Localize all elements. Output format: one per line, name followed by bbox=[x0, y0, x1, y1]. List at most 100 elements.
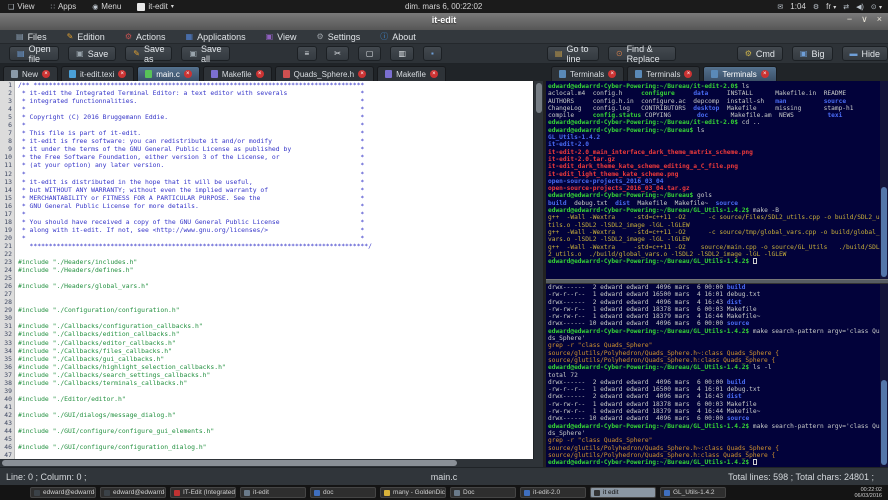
network-icon[interactable]: ⇄ bbox=[843, 3, 849, 11]
terminal-line: tils.o -lSDL2 -lSDL2_image -lGL -lGLEW bbox=[548, 221, 690, 229]
line-number: 5 bbox=[0, 113, 15, 122]
edition-menu-icon: ✎ bbox=[66, 32, 74, 41]
terminal-line: grep -r "class Quads_Sphere" bbox=[548, 437, 653, 445]
code-line: 5 * Copyright (C) 2016 Bruggemann Eddie.… bbox=[0, 113, 543, 122]
taskbar-item-it-edit-2.0[interactable]: it-edit-2.0 bbox=[520, 487, 586, 498]
window-title-bar[interactable]: it-edit − ∨ × bbox=[0, 13, 888, 30]
power-menu[interactable]: ⊙ ▾ bbox=[871, 2, 882, 11]
editor-vertical-scrollbar[interactable] bbox=[533, 81, 543, 459]
code-line: 31 #include "./Callbacks/configuration_ca… bbox=[0, 322, 543, 331]
applications-menu-icon: ▦ bbox=[185, 32, 194, 41]
menu-settings[interactable]: ⚙ Settings bbox=[307, 30, 371, 43]
editor-tab-new[interactable]: New × bbox=[3, 66, 59, 81]
terminal-icon bbox=[711, 70, 719, 78]
code-line: 23 #include "./Headers/includes.h" bbox=[0, 258, 543, 267]
volume-icon[interactable]: ◀) bbox=[856, 3, 864, 11]
topbar-menu-button[interactable]: ◉ Menu bbox=[84, 0, 129, 13]
code-line: 34 #include "./Callbacks/files_callbacks.… bbox=[0, 346, 543, 355]
taskbar-item-doc[interactable]: Doc bbox=[450, 487, 516, 498]
terminal-tab-terminals[interactable]: Terminals × bbox=[551, 66, 625, 81]
terminal-line: drwx------ 10 edward edward 4096 mars 6 … bbox=[548, 320, 750, 328]
topbar-active-app-button[interactable]: it-edit ▾ bbox=[129, 0, 182, 13]
topbar-view-button[interactable]: ❑ View bbox=[0, 0, 42, 13]
save-as-button[interactable]: ✎ Save as bbox=[125, 44, 173, 64]
close-button[interactable]: × bbox=[877, 14, 882, 25]
actions-menu-icon: ⚙ bbox=[124, 32, 132, 41]
menu-edition[interactable]: ✎ Edition bbox=[57, 30, 115, 43]
editor-tab-makefile[interactable]: Makefile × bbox=[202, 66, 272, 81]
menu-label: View bbox=[277, 31, 297, 42]
menu-applications[interactable]: ▦ Applications bbox=[176, 30, 256, 43]
tab-close-icon[interactable]: × bbox=[429, 70, 438, 78]
terminal-pane-top[interactable]: edward@edwarrd-Cyber-Powering:~/Bureau/i… bbox=[546, 81, 888, 279]
code-line: 14 * but WITHOUT ANY WARRANTY; without e… bbox=[0, 185, 543, 194]
code-line: 45 bbox=[0, 435, 543, 444]
terminal-line: vars.o -lSDL2 -lSDL2_image -lGL -lGLEW bbox=[548, 236, 690, 244]
open-file-button[interactable]: ▤ Open file bbox=[9, 44, 60, 64]
editor-tab-it-edit.texi[interactable]: it-edit.texi × bbox=[61, 66, 135, 81]
indent-button[interactable]: ≡ bbox=[296, 46, 318, 61]
menu-files[interactable]: ▤ Files bbox=[6, 30, 57, 43]
tab-close-icon[interactable]: × bbox=[608, 70, 617, 78]
apps-grid-icon: ∷ bbox=[50, 3, 55, 11]
copy-button[interactable]: ▢ bbox=[357, 46, 382, 61]
tab-close-icon[interactable]: × bbox=[183, 70, 192, 78]
tab-close-icon[interactable]: × bbox=[118, 70, 127, 78]
taskbar-item-it-edit[interactable]: it edit bbox=[590, 487, 656, 498]
terminal-bottom-scrollbar[interactable] bbox=[880, 284, 888, 467]
save-as-icon: ✎ bbox=[133, 49, 140, 58]
goto-line-button[interactable]: ▤ Go to line bbox=[546, 44, 599, 64]
save-button[interactable]: ▣ Save bbox=[68, 46, 117, 61]
folder-icon bbox=[314, 489, 320, 496]
topbar-clock[interactable]: dim. mars 6, 00:22:02 bbox=[405, 2, 482, 11]
tab-close-icon[interactable]: × bbox=[255, 70, 264, 78]
tab-close-icon[interactable]: × bbox=[760, 70, 769, 78]
notification-icon[interactable]: ✉ bbox=[777, 3, 783, 11]
tab-close-icon[interactable]: × bbox=[358, 70, 367, 78]
terminal-pane-bottom[interactable]: drwx------ 2 edward edward 4096 mars 6 0… bbox=[546, 284, 888, 467]
terminal-line: g++ -Wall -Wextra -std=c++11 -O2 -c sour… bbox=[548, 228, 880, 236]
key-icon[interactable]: ⚙ bbox=[813, 3, 819, 11]
line-number: 33 bbox=[0, 338, 15, 347]
taskbar-item-edward-edwarrd-c...[interactable]: edward@edwarrd-C... bbox=[100, 487, 166, 498]
topbar-apps-button[interactable]: ∷ Apps bbox=[42, 0, 84, 13]
menu-view[interactable]: ▣ View bbox=[256, 30, 307, 43]
hide-icon: ▬ bbox=[849, 49, 858, 58]
taskbar-item-it-edit[interactable]: it-edit bbox=[240, 487, 306, 498]
editor-tab-quads-sphere.h[interactable]: Quads_Sphere.h × bbox=[274, 66, 375, 81]
duplicate-button[interactable]: ▪ bbox=[423, 46, 442, 61]
terminal-tab-terminals[interactable]: Terminals × bbox=[703, 66, 777, 81]
taskbar-item-gl-utils-1.4.2[interactable]: GL_Utils-1.4.2 bbox=[660, 487, 726, 498]
terminal-line: it-edit-2.0 bbox=[548, 141, 589, 149]
hide-button[interactable]: ▬ Hide bbox=[841, 46, 888, 61]
menu-about[interactable]: ⓘ About bbox=[370, 30, 426, 43]
editor-horizontal-scrollbar[interactable] bbox=[0, 459, 543, 467]
tab-label: New bbox=[22, 69, 39, 79]
taskbar-item-edward-edwarrd-c...[interactable]: edward@edwarrd-C... bbox=[30, 487, 96, 498]
terminal-top-scrollbar[interactable] bbox=[880, 81, 888, 279]
cmd-button[interactable]: ⚙ Cmd bbox=[736, 46, 783, 61]
cut-button[interactable]: ✂ bbox=[326, 46, 349, 61]
line-number: 21 bbox=[0, 241, 15, 250]
terminal-line: drwx------ 2 edward edward 4096 mars 4 1… bbox=[548, 298, 742, 306]
editor-view[interactable]: 1/** ***********************************… bbox=[0, 81, 543, 459]
tab-close-icon[interactable]: × bbox=[684, 70, 693, 78]
line-number: 39 bbox=[0, 386, 15, 395]
editor-tab-main.c[interactable]: main.c × bbox=[137, 66, 200, 81]
find-replace-button[interactable]: ⊙ Find & Replace bbox=[607, 44, 676, 64]
menu-actions[interactable]: ⚙ Actions bbox=[115, 30, 176, 43]
paste-button[interactable]: ▥ bbox=[390, 46, 415, 61]
editor-tab-makefile[interactable]: Makefile × bbox=[377, 66, 446, 81]
terminal-line: drwx------ 2 edward edward 4096 mars 4 1… bbox=[548, 393, 742, 401]
big-terminal-button[interactable]: ▣ Big bbox=[791, 46, 833, 61]
save-all-button[interactable]: ▣ Save all bbox=[181, 44, 230, 64]
restore-button[interactable]: ∨ bbox=[861, 14, 868, 25]
taskbar-item-doc[interactable]: doc bbox=[310, 487, 376, 498]
code-line: 3 * integrated functionnalities. * bbox=[0, 97, 543, 106]
tab-close-icon[interactable]: × bbox=[42, 70, 51, 78]
taskbar-item-many-goldendict[interactable]: many - GoldenDict bbox=[380, 487, 446, 498]
keyboard-layout-indicator[interactable]: fr ▾ bbox=[826, 2, 836, 11]
minimize-button[interactable]: − bbox=[847, 14, 852, 25]
taskbar-item-it-edit-integrated-t...[interactable]: IT-Edit (Integrated T... bbox=[170, 487, 236, 498]
terminal-tab-terminals[interactable]: Terminals × bbox=[627, 66, 701, 81]
